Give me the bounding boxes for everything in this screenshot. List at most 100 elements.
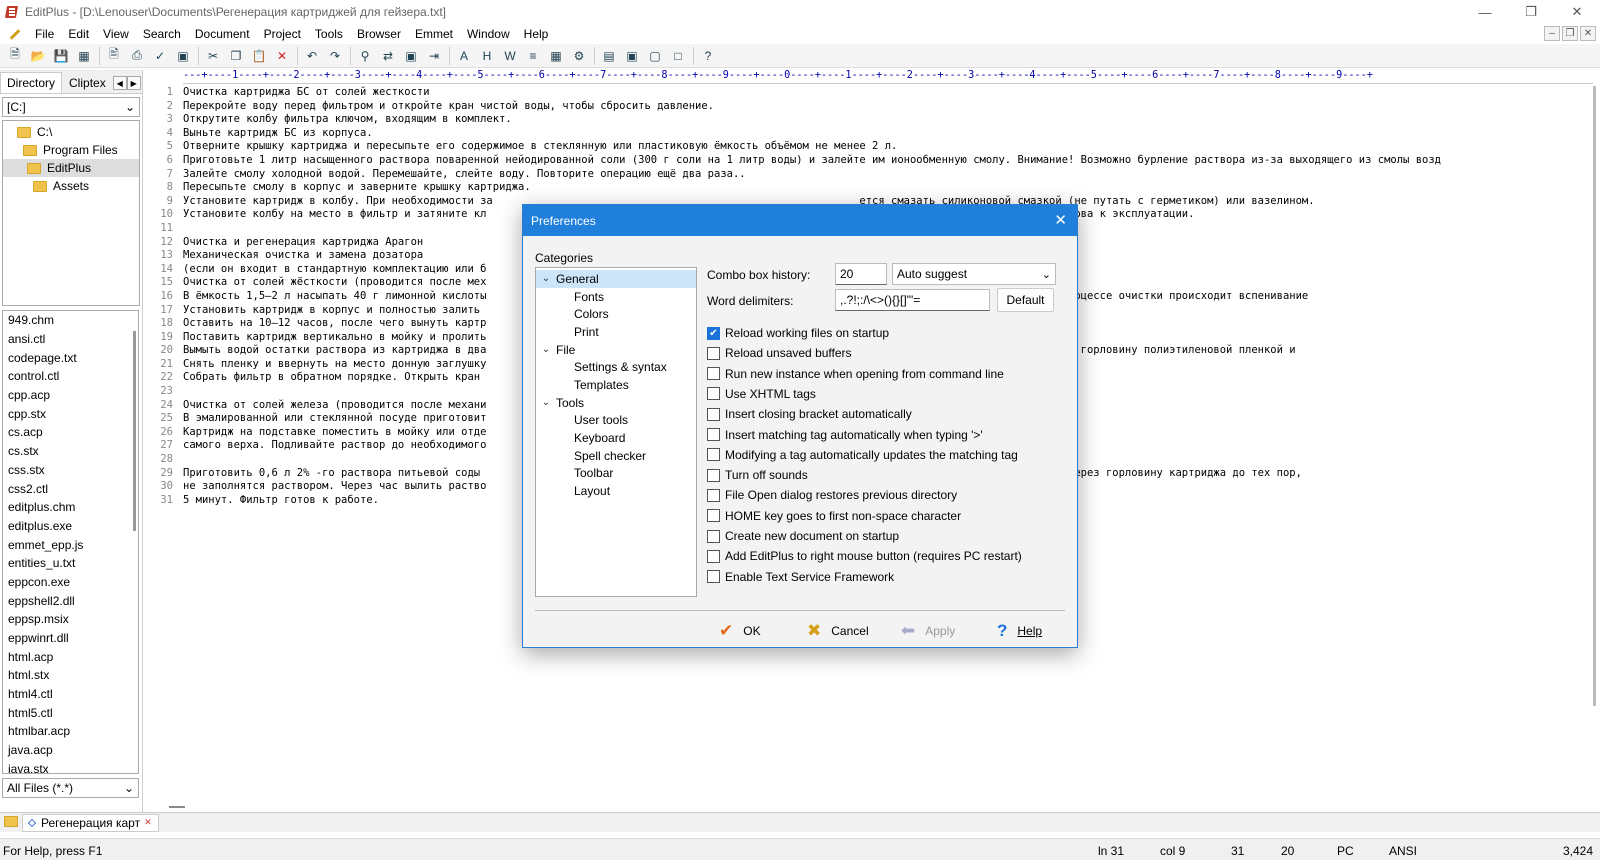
tab-cliptext[interactable]: Cliptex: [62, 72, 113, 93]
new-file-icon[interactable]: 🗎: [4, 46, 26, 66]
category-item[interactable]: Settings & syntax: [536, 358, 696, 376]
checkbox-icon[interactable]: [707, 529, 720, 543]
delete-icon[interactable]: ✕: [271, 46, 293, 66]
menu-project[interactable]: Project: [257, 27, 308, 41]
file-list-item[interactable]: eppshell2.dll: [3, 591, 138, 610]
category-item[interactable]: Fonts: [536, 288, 696, 306]
horizontal-scrollbar[interactable]: [145, 800, 1600, 810]
menu-document[interactable]: Document: [188, 27, 257, 41]
code-line[interactable]: Отверните крышку картриджа и пересыпьте …: [183, 140, 1588, 154]
tab-directory[interactable]: Directory: [0, 72, 63, 93]
file-list-item[interactable]: java.stx: [3, 760, 138, 773]
cliptext-window-icon[interactable]: ▢: [644, 46, 666, 66]
menu-search[interactable]: Search: [136, 27, 188, 41]
code-line[interactable]: Пересыпьте смолу в корпус и заверните кр…: [183, 181, 1588, 195]
code-line[interactable]: Залейте смолу холодной водой. Перемешайт…: [183, 168, 1588, 182]
category-item[interactable]: Colors: [536, 305, 696, 323]
ruler-icon[interactable]: ≡: [522, 46, 544, 66]
option-checkbox-row[interactable]: Insert matching tag automatically when t…: [707, 426, 983, 444]
tree-item-assets[interactable]: Assets: [3, 177, 139, 195]
file-list-item[interactable]: css.stx: [3, 461, 138, 480]
file-filter-select[interactable]: All Files (*.*) ⌄: [2, 778, 139, 798]
file-list-item[interactable]: cpp.stx: [3, 404, 138, 423]
replace-icon[interactable]: ⇄: [377, 46, 399, 66]
file-list-item[interactable]: html.stx: [3, 666, 138, 685]
file-list-scrollbar[interactable]: [133, 331, 136, 531]
word-delimiters-input[interactable]: ,.?!;:/\<>(){}[]"'=: [835, 289, 990, 311]
option-checkbox-row[interactable]: HOME key goes to first non-space charact…: [707, 507, 961, 525]
category-item[interactable]: ⌄ General: [536, 270, 696, 288]
file-list-item[interactable]: html.acp: [3, 647, 138, 666]
option-checkbox-row[interactable]: ✔ Reload working files on startup: [707, 324, 889, 342]
category-item[interactable]: Keyboard: [536, 429, 696, 447]
menu-edit[interactable]: Edit: [61, 27, 96, 41]
redo-icon[interactable]: ↷: [324, 46, 346, 66]
menu-window[interactable]: Window: [460, 27, 517, 41]
spell-check-icon[interactable]: ✓: [149, 46, 171, 66]
file-list-item[interactable]: entities_u.txt: [3, 554, 138, 573]
open-folder-icon[interactable]: 📂: [27, 46, 49, 66]
auto-suggest-select[interactable]: Auto suggest ⌄: [892, 263, 1056, 285]
menu-file[interactable]: File: [28, 27, 61, 41]
option-checkbox-row[interactable]: Create new document on startup: [707, 527, 899, 545]
category-item[interactable]: Toolbar: [536, 465, 696, 483]
print-preview-icon[interactable]: 🖹: [103, 46, 125, 66]
dialog-close-icon[interactable]: ✕: [1054, 211, 1067, 229]
file-list-item[interactable]: java.acp: [3, 741, 138, 760]
code-line[interactable]: Выньте картридж БС из корпуса.: [183, 127, 1588, 141]
output-window-icon[interactable]: ▣: [621, 46, 643, 66]
preferences-icon[interactable]: ⚙: [568, 46, 590, 66]
checkbox-icon[interactable]: [707, 428, 720, 441]
cancel-button[interactable]: ✖ Cancel: [807, 617, 869, 645]
context-help-icon[interactable]: ?: [697, 46, 719, 66]
file-list-item[interactable]: cs.acp: [3, 423, 138, 442]
file-list-item[interactable]: html4.ctl: [3, 685, 138, 704]
heading-icon[interactable]: H: [476, 46, 498, 66]
file-list-item[interactable]: editplus.chm: [3, 498, 138, 517]
document-tab[interactable]: Регенерация карт ✕: [22, 813, 159, 832]
find-icon[interactable]: ⚲: [354, 46, 376, 66]
tree-item-editplus[interactable]: EditPlus: [3, 159, 139, 177]
find-in-files-icon[interactable]: ▣: [400, 46, 422, 66]
checkbox-icon[interactable]: [707, 488, 720, 502]
tab-close-icon[interactable]: ✕: [144, 817, 152, 828]
category-item[interactable]: Spell checker: [536, 447, 696, 465]
checkbox-icon[interactable]: [707, 407, 720, 421]
menu-emmet[interactable]: Emmet: [408, 27, 460, 41]
word-wrap-icon[interactable]: W: [499, 46, 521, 66]
option-checkbox-row[interactable]: Insert closing bracket automatically: [707, 405, 912, 423]
file-list-item[interactable]: css2.ctl: [3, 479, 138, 498]
save-icon[interactable]: 💾: [50, 46, 72, 66]
checkbox-icon[interactable]: [707, 448, 720, 462]
checkbox-icon[interactable]: [707, 570, 720, 584]
chevron-down-icon[interactable]: ⌄: [536, 397, 556, 408]
vertical-scrollbar[interactable]: [1593, 86, 1596, 706]
paste-icon[interactable]: 📋: [248, 46, 270, 66]
option-checkbox-row[interactable]: Use XHTML tags: [707, 385, 816, 403]
restore-icon[interactable]: ❐: [1508, 0, 1554, 24]
category-item[interactable]: Print: [536, 323, 696, 341]
file-list-item[interactable]: cpp.acp: [3, 386, 138, 405]
file-list-item[interactable]: eppcon.exe: [3, 573, 138, 592]
category-item[interactable]: ⌄ File: [536, 341, 696, 359]
menu-view[interactable]: View: [96, 27, 136, 41]
horizontal-scroll-thumb[interactable]: [169, 806, 185, 808]
directory-tree[interactable]: C:\ Program Files EditPlus Assets: [2, 120, 140, 306]
category-item[interactable]: Templates: [536, 376, 696, 394]
checkbox-checked-icon[interactable]: ✔: [707, 326, 720, 340]
category-item[interactable]: User tools: [536, 412, 696, 430]
file-list-item[interactable]: eppwinrt.dll: [3, 629, 138, 648]
option-checkbox-row[interactable]: Enable Text Service Framework: [707, 568, 894, 586]
menu-tools[interactable]: Tools: [308, 27, 350, 41]
close-icon[interactable]: ✕: [1554, 0, 1600, 24]
category-item[interactable]: ⌄ Tools: [536, 394, 696, 412]
chevron-down-icon[interactable]: ⌄: [536, 344, 556, 355]
menu-browser[interactable]: Browser: [350, 27, 408, 41]
file-list[interactable]: 949.chm ansi.ctl codepage.txt control.ctl cp…: [2, 310, 139, 774]
combo-history-input[interactable]: 20: [835, 263, 887, 285]
code-line[interactable]: Открутите колбу фильтра ключом, входящим…: [183, 113, 1588, 127]
file-list-item[interactable]: htmlbar.acp: [3, 722, 138, 741]
fullscreen-icon[interactable]: □: [667, 46, 689, 66]
doc-close-icon[interactable]: ✕: [1580, 26, 1596, 41]
option-checkbox-row[interactable]: File Open dialog restores previous direc…: [707, 486, 957, 504]
